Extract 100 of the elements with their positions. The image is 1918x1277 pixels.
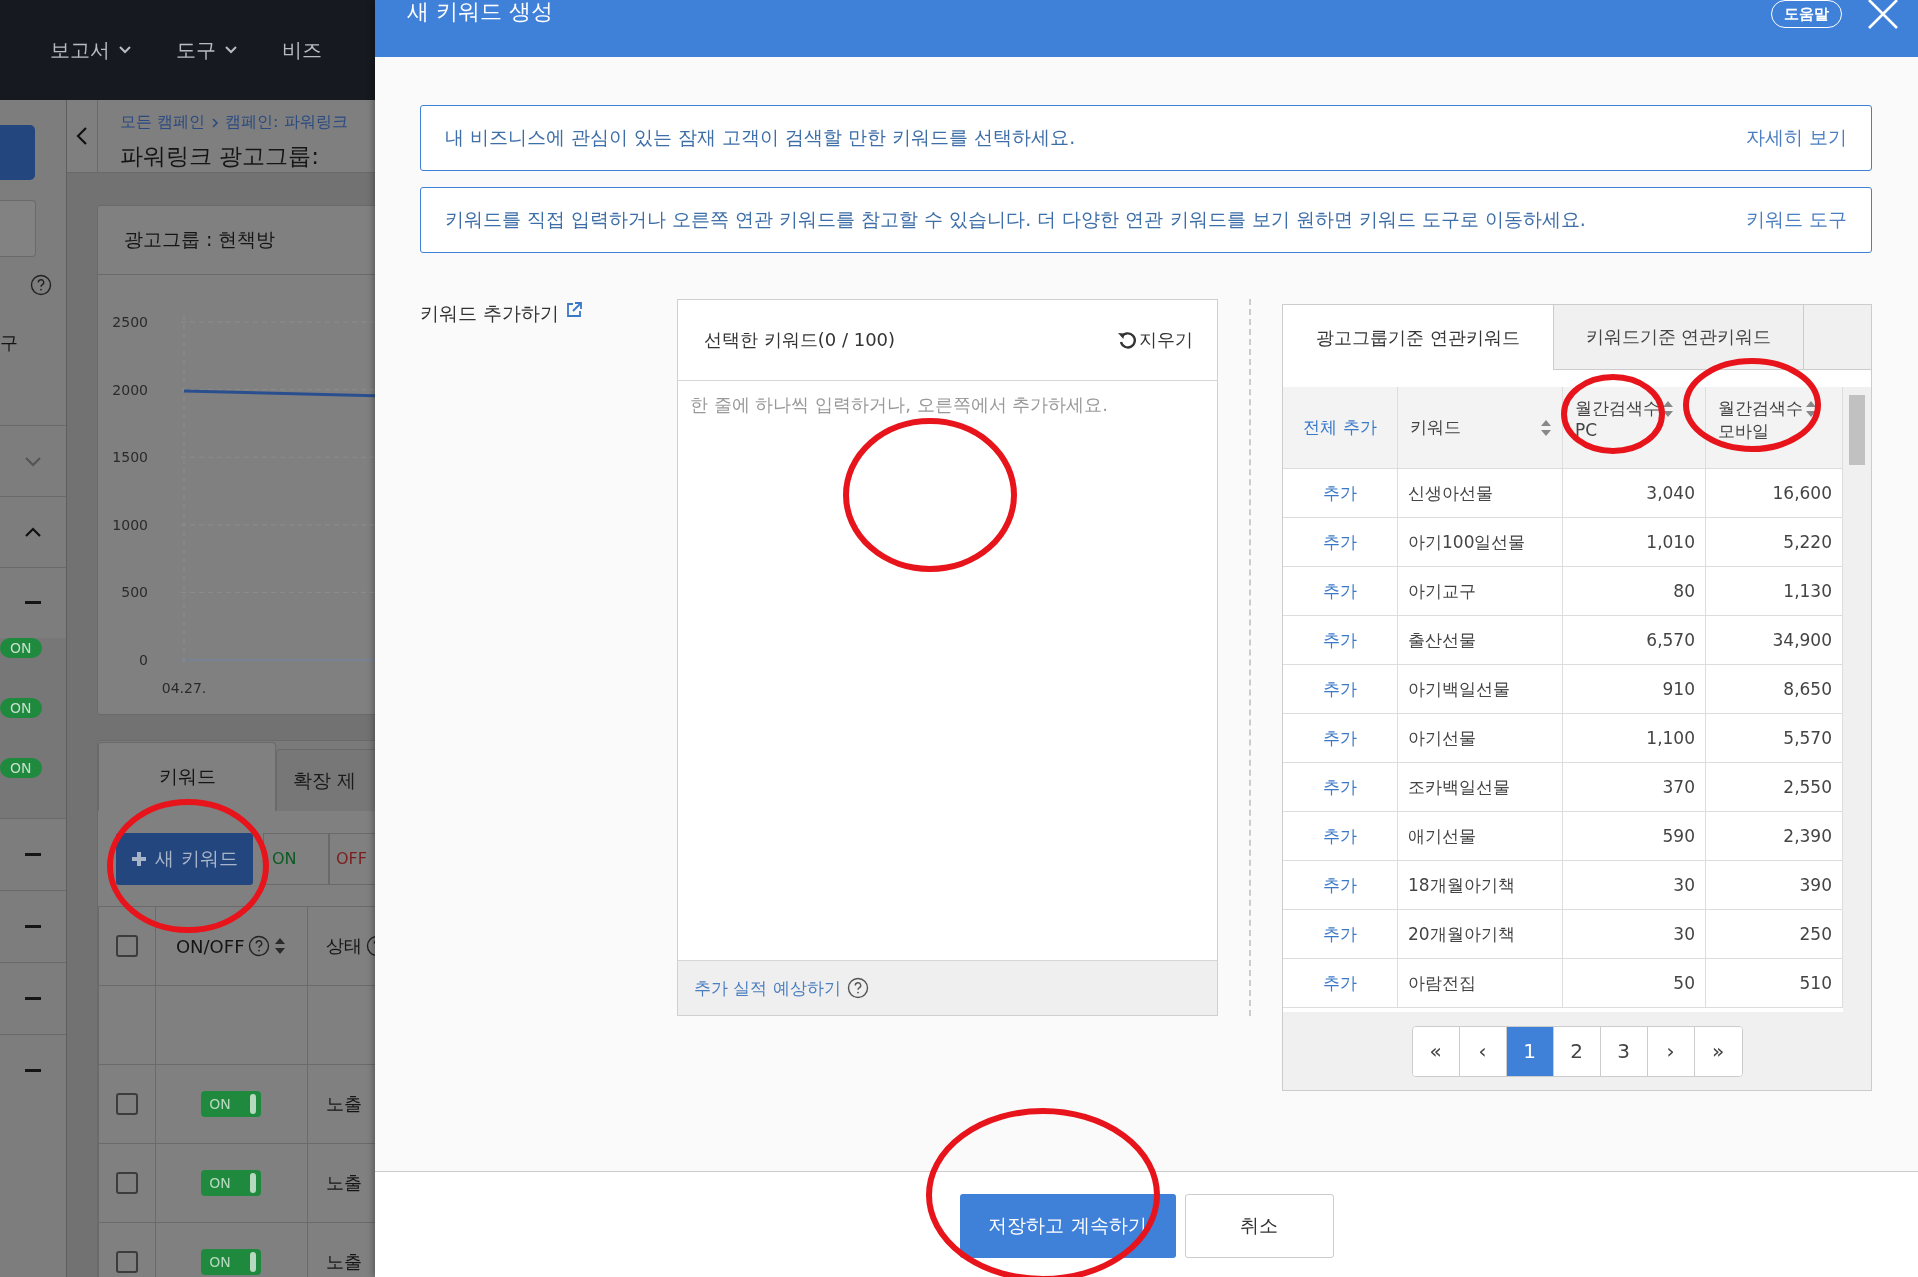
add-link[interactable]: 추가 xyxy=(1323,922,1357,946)
status-badge: ON xyxy=(0,638,42,658)
table-cell: 910 xyxy=(1563,665,1706,714)
breadcrumb-link[interactable]: 캠페인: 파워링크 xyxy=(225,112,348,133)
table-cell: 신생아선물 xyxy=(1398,469,1563,518)
add-link[interactable]: 추가 xyxy=(1323,775,1357,799)
section-label: 키워드 추가하기 xyxy=(420,301,560,326)
add-link[interactable]: 추가 xyxy=(1323,873,1357,897)
notice-link[interactable]: 키워드 도구 xyxy=(1745,207,1847,233)
column-header: 월간검색수 xyxy=(1575,397,1660,420)
toggle-switch[interactable]: ON xyxy=(201,1091,262,1117)
dash-icon xyxy=(25,1068,41,1073)
add-link[interactable]: 추가 xyxy=(1323,677,1357,701)
help-icon xyxy=(248,935,271,957)
checkbox[interactable] xyxy=(115,1251,138,1273)
dash-icon xyxy=(25,852,41,857)
table-cell-text: 노출 xyxy=(324,1093,362,1114)
tab[interactable]: 키워드 xyxy=(98,742,276,811)
table-cell: 50 xyxy=(1563,959,1706,1008)
checkbox[interactable] xyxy=(115,1172,138,1194)
sort-icon[interactable] xyxy=(1662,399,1674,418)
table-cell: 1,100 xyxy=(1563,714,1706,763)
table-cell: 18개월아기책 xyxy=(1398,861,1563,910)
add-link[interactable]: 추가 xyxy=(1323,530,1357,554)
dialog-title: 새 키워드 생성 xyxy=(407,0,554,24)
tab[interactable]: 확장 제 xyxy=(276,749,375,811)
add-link[interactable]: 추가 xyxy=(1323,579,1357,603)
column-header: ON/OFF xyxy=(175,935,245,957)
tab[interactable]: 키워드기준 연관키워드 xyxy=(1554,305,1804,370)
nav-menu-item[interactable]: 비즈 xyxy=(282,36,322,64)
chevron-down-icon xyxy=(118,45,132,55)
checkbox[interactable] xyxy=(115,1093,138,1115)
filter-button[interactable]: OFF xyxy=(329,832,375,885)
chevron-left-icon[interactable] xyxy=(76,126,88,146)
sort-icon[interactable] xyxy=(1805,399,1817,418)
page-button[interactable]: 1 xyxy=(1506,1026,1554,1076)
axis-tick-label: 1500 xyxy=(112,449,148,466)
add-link[interactable]: 추가 xyxy=(1323,628,1357,652)
table-cell: 3,040 xyxy=(1563,469,1706,518)
add-link[interactable]: 추가 xyxy=(1323,971,1357,995)
table-cell-text: 노출 xyxy=(324,1251,362,1272)
new-keyword-button[interactable]: 새 키워드 xyxy=(116,832,253,885)
table-cell: 아기100일선물 xyxy=(1398,518,1563,567)
external-link-icon[interactable] xyxy=(565,301,584,319)
table-cell: 370 xyxy=(1563,763,1706,812)
notice-text: 키워드를 직접 입력하거나 오른쪽 연관 키워드를 참고할 수 있습니다. 더 다양한 연관 키워드를 보기 원하면 키워드 도구로 이동하세요. xyxy=(445,207,1586,232)
sort-icon[interactable] xyxy=(274,937,287,955)
table-cell: 아기교구 xyxy=(1398,567,1563,616)
axis-tick-label: 04.27. xyxy=(161,680,207,696)
help-icon[interactable] xyxy=(30,274,52,296)
help-icon[interactable] xyxy=(846,977,869,999)
table-cell-text: 노출 xyxy=(324,1172,362,1193)
sidebar-label: 구 xyxy=(0,331,18,355)
axis-tick-label: 1000 xyxy=(112,516,148,533)
axis-tick-label: 2500 xyxy=(112,314,148,330)
chevron-right-icon xyxy=(211,116,220,129)
notice-text: 내 비즈니스에 관심이 있는 잠재 고객이 검색할 만한 키워드를 선택하세요. xyxy=(445,125,1076,150)
column-header: 모바일 xyxy=(1718,420,1769,443)
table-cell: 80 xyxy=(1563,567,1706,616)
dash-icon xyxy=(25,924,41,929)
scrollbar[interactable] xyxy=(1843,387,1871,1012)
add-link[interactable]: 추가 xyxy=(1323,726,1357,750)
sort-icon[interactable] xyxy=(1540,418,1552,437)
axis-tick-label: 0 xyxy=(139,652,148,668)
save-button[interactable]: 저장하고 계속하기 xyxy=(959,1194,1176,1258)
toggle-switch[interactable]: ON xyxy=(201,1170,262,1196)
first-page-button[interactable]: « xyxy=(1412,1026,1460,1076)
chevron-down-icon xyxy=(224,45,238,55)
column-header: 상태 xyxy=(325,934,362,958)
add-link[interactable]: 추가 xyxy=(1323,824,1357,848)
clear-button[interactable]: 지우기 xyxy=(1117,328,1193,352)
toggle-switch[interactable]: ON xyxy=(201,1249,262,1275)
nav-menu-item[interactable]: 보고서 xyxy=(50,36,132,64)
tab[interactable]: 광고그룹기준 연관키워드 xyxy=(1283,305,1554,370)
table-cell: 590 xyxy=(1563,812,1706,861)
forecast-link[interactable]: 추가 실적 예상하기 xyxy=(694,976,841,1000)
cancel-button[interactable]: 취소 xyxy=(1184,1194,1334,1258)
plus-icon xyxy=(131,850,148,867)
table-cell: 20개월아기책 xyxy=(1398,910,1563,959)
add-all-link[interactable]: 전체 추가 xyxy=(1303,416,1377,439)
notice-link[interactable]: 자세히 보기 xyxy=(1745,125,1847,151)
table-cell: 출산선물 xyxy=(1398,616,1563,665)
axis-tick-label: 2000 xyxy=(112,381,148,398)
table-cell: 1,010 xyxy=(1563,518,1706,567)
table-cell: 아기백일선물 xyxy=(1398,665,1563,714)
table-cell: 아기선물 xyxy=(1398,714,1563,763)
chevron-up-icon[interactable] xyxy=(24,526,42,538)
nav-menu-item[interactable]: 도구 xyxy=(176,36,238,64)
refresh-icon xyxy=(1117,330,1137,350)
table-cell: 6,570 xyxy=(1563,616,1706,665)
close-icon[interactable] xyxy=(1866,0,1900,30)
column-header: 월간검색수 xyxy=(1718,397,1803,420)
checkbox[interactable] xyxy=(115,935,138,957)
input-field[interactable] xyxy=(0,200,36,257)
add-link[interactable]: 추가 xyxy=(1323,481,1357,505)
column-header: PC xyxy=(1575,420,1598,440)
status-badge: ON xyxy=(0,698,42,718)
dash-icon xyxy=(25,601,41,605)
table-cell: 조카백일선물 xyxy=(1398,763,1563,812)
keyword-input-panel[interactable]: 선택한 키워드(0 / 100) 지우기 한 줄에 하나씩 입력하거나, 오른쪽에서 추가하세요. 추가 실적 예상하기 xyxy=(677,299,1218,1016)
